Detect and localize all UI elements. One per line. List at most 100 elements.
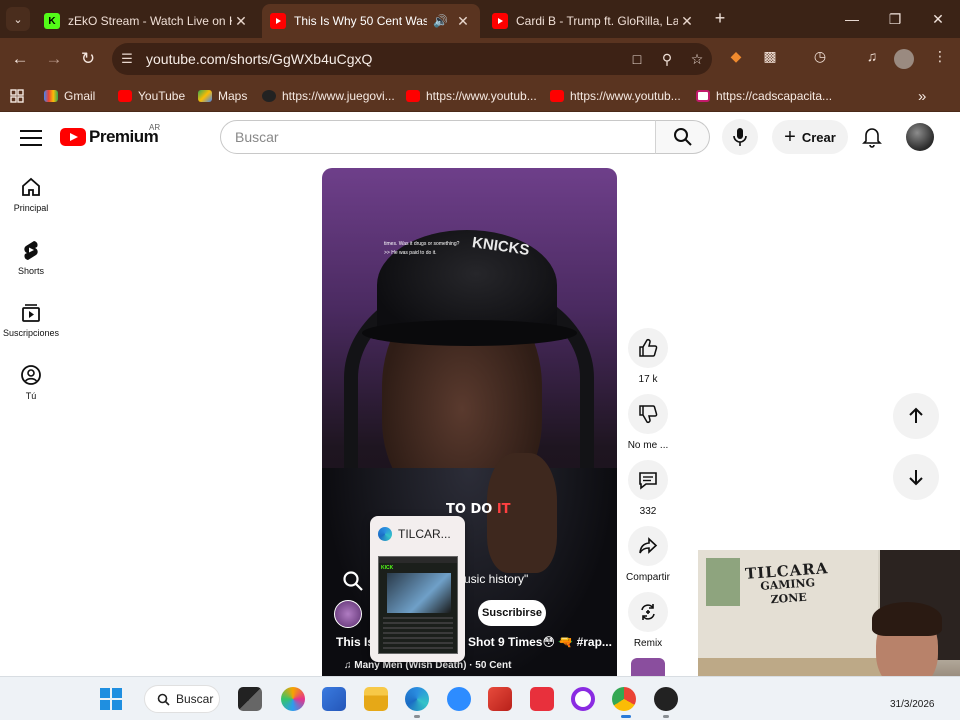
edge-icon[interactable] <box>405 687 429 711</box>
preview-chat <box>383 617 453 651</box>
microphone-icon <box>733 128 747 146</box>
notifications-bell-icon[interactable] <box>858 123 886 151</box>
music-search-text[interactable]: usic history" <box>464 572 528 586</box>
remix-icon <box>641 604 655 620</box>
minimize-button[interactable]: — <box>830 6 874 32</box>
guide-label: Suscripciones <box>2 328 60 338</box>
channel-avatar[interactable] <box>334 600 362 628</box>
search-button[interactable] <box>655 120 710 154</box>
obs-icon[interactable] <box>654 687 678 711</box>
taskbar-search-label: Buscar <box>176 692 214 706</box>
thumbs-up-icon <box>639 338 658 357</box>
short-title-end[interactable]: Shot 9 Times😳 🔫 #rap... <box>468 635 612 649</box>
zoom-icon[interactable]: ⚲ <box>652 51 682 68</box>
share-button[interactable] <box>628 526 668 566</box>
taskbar-date[interactable]: 31/3/2026 <box>890 699 935 710</box>
media-controls-icon[interactable]: ♫ <box>860 48 884 70</box>
new-tab-button[interactable]: + <box>708 8 732 30</box>
tab-youtube-cardi[interactable]: Cardi B - Trump ft. GloRilla, Latt ✕ <box>484 4 704 38</box>
guide-item-principal[interactable]: Principal <box>0 176 62 213</box>
red-app-icon[interactable] <box>488 687 512 711</box>
site-settings-icon[interactable]: ☰ <box>112 51 142 67</box>
bookmark-label: Gmail <box>64 89 96 103</box>
install-app-icon[interactable]: □ <box>622 51 652 67</box>
more-bookmarks-chevron-icon[interactable]: » <box>918 87 926 105</box>
zoom-app-icon[interactable] <box>447 687 471 711</box>
wps-office-icon[interactable] <box>530 687 554 711</box>
remix-button[interactable] <box>628 592 668 632</box>
forward-button[interactable]: → <box>41 46 67 72</box>
comments-action[interactable]: 332 <box>622 460 674 517</box>
dislike-button[interactable] <box>628 394 668 434</box>
tab-youtube-short[interactable]: This Is Why 50 Cent Was Sh 🔊 ✕ <box>262 4 480 38</box>
subtitle-line: >> He was paid to do it. <box>384 250 437 256</box>
address-bar[interactable]: ☰ youtube.com/shorts/GgWXb4uCgxQ □ ⚲ ☆ <box>112 43 712 75</box>
share-action[interactable]: Compartir <box>622 526 674 583</box>
close-icon[interactable]: ✕ <box>232 13 250 30</box>
bookmark-star-icon[interactable]: ☆ <box>682 51 712 68</box>
windows-start-icon[interactable] <box>100 688 122 710</box>
bookmark-cadscapacita[interactable]: https://cadscapacita... <box>696 87 832 105</box>
guide-item-shorts[interactable]: Shorts <box>0 239 62 276</box>
copilot-icon[interactable] <box>281 687 305 711</box>
short-video-player[interactable]: KNICKS times. Was it drugs or something?… <box>322 168 617 676</box>
restore-button[interactable]: ❐ <box>873 6 917 32</box>
reload-button[interactable]: ↻ <box>75 46 101 72</box>
close-icon[interactable]: ✕ <box>454 13 472 30</box>
close-icon[interactable]: ✕ <box>678 13 696 30</box>
sound-thumbnail[interactable] <box>631 658 665 676</box>
history-icon[interactable]: ◷ <box>808 48 832 70</box>
bookmark-youtube-link[interactable]: https://www.youtub... <box>550 87 681 105</box>
screen: ⌄ K zEkO Stream - Watch Live on Ki ✕ Thi… <box>0 0 960 720</box>
taskbar-window-preview[interactable]: TILCAR... KICK <box>370 516 465 662</box>
profile-avatar[interactable] <box>894 49 914 69</box>
more-menu-icon[interactable]: ⋮ <box>928 48 952 70</box>
like-button[interactable] <box>628 328 668 368</box>
preview-thumbnail[interactable]: KICK <box>378 556 458 654</box>
create-button[interactable]: + Crear <box>772 120 848 154</box>
youtube-premium-logo[interactable]: Premium AR <box>60 123 160 147</box>
subscribe-button[interactable]: Suscribirse <box>478 600 546 626</box>
arrow-down-icon <box>909 470 923 486</box>
previous-short-button[interactable] <box>893 393 939 439</box>
next-short-button[interactable] <box>893 454 939 500</box>
bookmark-youtube-link[interactable]: https://www.youtub... <box>406 87 537 105</box>
search-input[interactable]: Buscar <box>220 120 656 154</box>
extensions-icon[interactable]: ▩ <box>758 48 782 70</box>
taskbar-search[interactable]: Buscar <box>144 685 220 713</box>
bookmark-youtube[interactable]: YouTube <box>118 87 185 105</box>
microsoft-store-icon[interactable] <box>322 687 346 711</box>
hamburger-menu-icon[interactable] <box>20 125 42 149</box>
dislike-action[interactable]: No me ... <box>622 394 674 451</box>
task-view-icon[interactable] <box>238 687 262 711</box>
video-frame <box>362 320 577 346</box>
bookmark-gmail[interactable]: Gmail <box>44 87 95 105</box>
tab-kick-stream[interactable]: K zEkO Stream - Watch Live on Ki ✕ <box>36 4 258 38</box>
comments-button[interactable] <box>628 460 668 500</box>
cortana-ring-icon[interactable] <box>571 687 595 711</box>
window-close-button[interactable]: ✕ <box>916 6 960 32</box>
guide-item-suscripciones[interactable]: Suscripciones <box>0 301 62 338</box>
bookmark-maps[interactable]: Maps <box>198 87 247 105</box>
back-button[interactable]: ← <box>7 46 33 72</box>
youtube-icon <box>492 13 508 29</box>
tab-search-chevron-icon[interactable]: ⌄ <box>6 7 30 31</box>
country-code: AR <box>149 123 161 132</box>
file-explorer-icon[interactable] <box>364 687 388 711</box>
bookmark-juegovi[interactable]: https://www.juegovi... <box>262 87 395 105</box>
voice-search-button[interactable] <box>722 119 758 155</box>
like-action[interactable]: 17 k <box>622 328 674 385</box>
guide-label: Tú <box>25 391 37 401</box>
chrome-icon[interactable] <box>612 687 636 711</box>
url-text[interactable]: youtube.com/shorts/GgWXb4uCgxQ <box>142 51 622 67</box>
preview-video <box>387 573 451 613</box>
guide-label: Principal <box>13 203 49 213</box>
speaker-icon[interactable]: 🔊 <box>433 14 448 28</box>
metamask-extension-icon[interactable]: ◆ <box>724 48 748 70</box>
account-avatar[interactable] <box>906 123 934 151</box>
search-icon[interactable] <box>342 570 366 594</box>
short-title-start[interactable]: This Is <box>336 635 374 649</box>
remix-action[interactable]: Remix <box>622 592 674 649</box>
guide-item-tu[interactable]: Tú <box>0 364 62 401</box>
apps-icon[interactable] <box>10 87 24 105</box>
